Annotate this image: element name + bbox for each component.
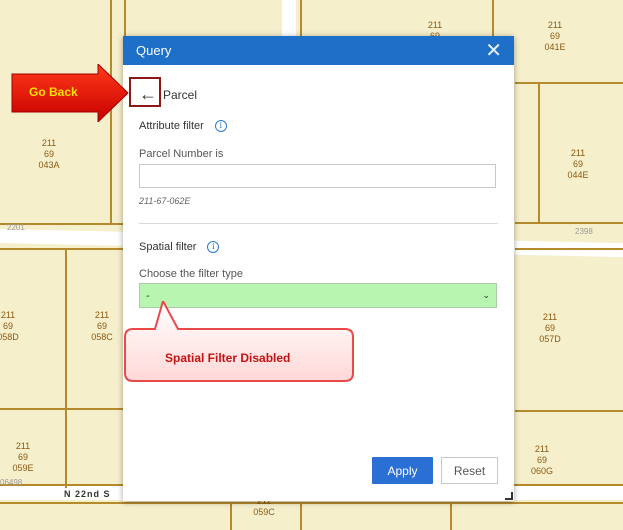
parcel-line [0,408,123,410]
parcel-number-hint: 211-67-062E [139,196,191,206]
street-number: 06498 [0,478,23,487]
street-number: 2398 [575,227,593,236]
street-number: 2201 [7,223,25,232]
parcel-line [515,82,623,84]
street-name: N 22nd S [64,489,111,499]
close-icon[interactable]: ✕ [485,41,502,61]
parcel-label: 211 69 060G [530,444,554,476]
resize-handle-icon[interactable] [505,492,513,500]
parcel-label: 211 69 057D [539,312,561,344]
attribute-filter-heading: Attribute filter i [139,120,227,132]
parcel-line [538,82,540,222]
parcel-line [124,0,126,36]
parcel-line [515,410,623,412]
go-back-label: Go Back [29,85,78,99]
reset-button[interactable]: Reset [441,457,498,484]
parcel-line [300,0,302,36]
layer-name: Parcel [163,87,198,102]
info-icon[interactable]: i [207,241,220,253]
parcel-number-label: Parcel Number is [139,148,224,160]
spatial-filter-heading: Spatial filter i [139,241,220,253]
spatial-filter-label: Spatial filter [139,241,197,253]
parcel-line [65,248,67,488]
parcel-number-input[interactable] [139,164,496,188]
parcel-line [0,248,123,250]
query-panel: Query ✕ ← Parcel Attribute filter i Parc… [123,36,514,501]
apply-button[interactable]: Apply [372,457,433,484]
panel-title: Query [136,43,172,58]
parcel-line [492,0,494,36]
panel-header: Query ✕ [123,36,514,65]
parcel-label: 211 69 043A [38,138,60,170]
parcel-label: 211 69 058C [91,310,113,342]
parcel-line [300,502,302,530]
parcel-line [515,248,623,250]
filter-type-value: - [146,289,150,302]
parcel-label: 211 69 044E [567,148,589,180]
back-button-highlight [129,77,161,107]
parcel-line [515,222,623,224]
spatial-disabled-label: Spatial Filter Disabled [165,351,291,365]
section-divider [139,223,498,224]
spatial-filter-callout [124,301,354,382]
info-icon[interactable]: i [214,120,227,132]
attribute-filter-label: Attribute filter [139,120,204,132]
parcel-line [450,502,452,530]
parcel-label: 21169058D [0,310,19,342]
filter-type-label: Choose the filter type [139,268,243,280]
road-top-vertical [282,0,296,40]
chevron-down-icon: ⌄ [482,290,490,300]
parcel-line [230,502,232,530]
parcel-line [0,502,623,504]
parcel-label: 211 69 059E [12,441,34,473]
parcel-label: 211 69 041E [544,20,566,52]
